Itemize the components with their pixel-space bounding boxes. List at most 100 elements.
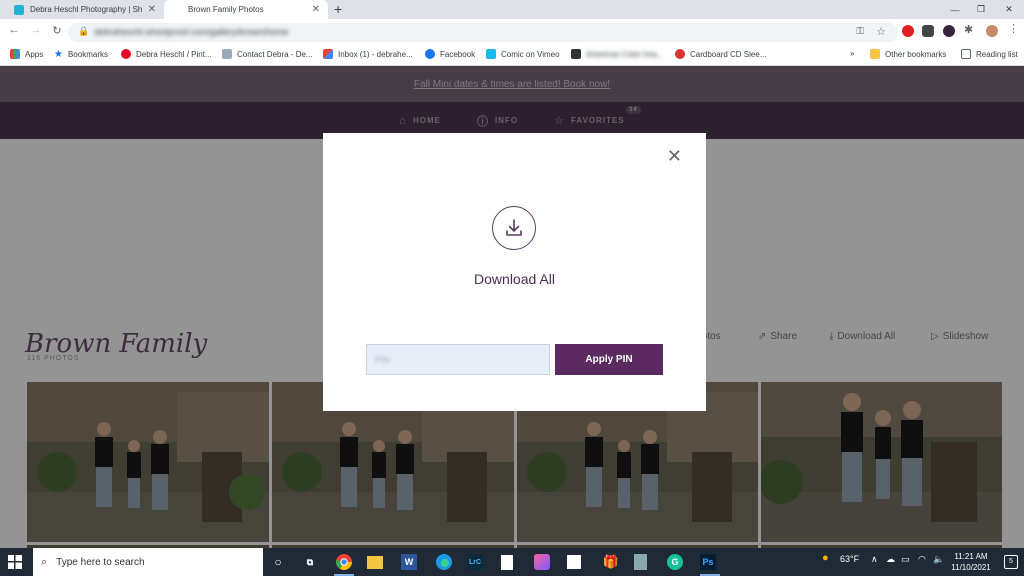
key-icon[interactable]: ⚿ <box>856 26 864 37</box>
tab-close-icon[interactable]: ✕ <box>148 4 156 15</box>
profile-avatar[interactable] <box>986 25 998 37</box>
bookmark-facebook[interactable]: Facebook <box>425 49 475 59</box>
gmail-icon <box>323 49 333 59</box>
tab-strip: Debra Heschl Photography | Sho ✕ Brown F… <box>0 0 1024 19</box>
pin-input[interactable] <box>366 344 550 375</box>
onedrive-cloud-icon[interactable]: ☁ <box>886 554 895 565</box>
extension-mail-icon[interactable] <box>922 25 934 37</box>
document-icon[interactable] <box>501 555 513 570</box>
weather-sun-icon[interactable]: ● <box>822 552 829 564</box>
extension-red-icon[interactable] <box>902 25 914 37</box>
reading-list-icon <box>961 49 971 59</box>
reload-icon[interactable]: ↻ <box>49 24 65 37</box>
photo-app-icon[interactable] <box>534 554 550 570</box>
store-icon[interactable] <box>567 555 581 569</box>
search-icon: ⌕ <box>41 555 48 568</box>
bookmark-label: Comic on Vimeo <box>501 49 560 59</box>
site-icon <box>571 49 581 59</box>
site-icon <box>222 49 232 59</box>
display-icon[interactable]: ▭ <box>901 554 910 565</box>
bookmark-bookmarks[interactable]: ★ Bookmarks <box>54 49 108 60</box>
vimeo-icon <box>486 49 496 59</box>
tray-chevron-up-icon[interactable]: ∧ <box>871 554 878 565</box>
task-view-icon[interactable]: ⧉ <box>300 552 320 572</box>
pinterest-icon <box>121 49 131 59</box>
bookmark-label: Other bookmarks <box>885 49 947 59</box>
lightroom-classic-icon[interactable]: LrC <box>467 554 483 570</box>
close-icon[interactable]: ✕ <box>667 146 682 167</box>
omnibox[interactable]: 🔒 debraheschl.shootproof.com/gallery/bro… <box>68 23 898 42</box>
bookmark-pinterest[interactable]: Debra Heschl / Pint... <box>121 49 212 59</box>
forward-arrow-icon[interactable]: → <box>28 24 44 36</box>
bookmark-contact-debra[interactable]: Contact Debra - De... <box>222 49 313 59</box>
minimize-icon[interactable]: — <box>942 0 968 19</box>
bookmark-other[interactable]: Other bookmarks <box>870 49 946 59</box>
volume-icon[interactable]: 🔈 <box>933 554 944 565</box>
bookmarks-bar: Apps ★ Bookmarks Debra Heschl / Pint... … <box>0 45 1024 66</box>
bookmark-inbox[interactable]: Inbox (1) - debrahe... <box>323 49 413 59</box>
bookmark-label: American Color Ima... <box>586 49 664 59</box>
download-all-modal: ✕ Download All Apply PIN <box>323 133 706 411</box>
bookmark-label: Inbox (1) - debrahe... <box>338 49 413 59</box>
download-arrow-icon <box>506 219 522 236</box>
bookmark-label: Debra Heschl / Pint... <box>136 49 212 59</box>
clock-date: 11/10/2021 <box>951 563 991 572</box>
photoshop-icon[interactable]: Ps <box>700 554 716 570</box>
new-tab-plus-icon[interactable]: + <box>334 1 342 17</box>
apps-grid-icon <box>10 49 20 59</box>
bookmark-vimeo[interactable]: Comic on Vimeo <box>486 49 560 59</box>
shootproof-favicon-icon <box>14 4 24 15</box>
bookmark-label: Facebook <box>440 49 476 59</box>
taskbar-search[interactable]: ⌕ Type here to search <box>33 548 263 576</box>
bookmark-label: Contact Debra - De... <box>237 49 313 59</box>
bookmark-reading-list[interactable]: Reading list <box>961 49 1018 59</box>
bookmark-apps[interactable]: Apps <box>10 49 43 59</box>
edge-icon[interactable] <box>434 552 454 572</box>
bookmark-label: Reading list <box>976 49 1018 59</box>
modal-title: Download All <box>474 271 555 287</box>
facebook-icon <box>425 49 435 59</box>
lock-icon[interactable]: 🔒 <box>78 26 89 37</box>
url-text[interactable]: debraheschl.shootproof.com/gallery/brown… <box>94 27 289 37</box>
bookmark-cardboard-cd[interactable]: Cardboard CD Slee... <box>675 49 766 59</box>
address-bar: ← → ↻ 🔒 debraheschl.shootproof.com/galle… <box>0 19 1024 45</box>
bookmark-label: Apps <box>25 49 44 59</box>
gift-icon[interactable]: 🎁 <box>601 552 621 572</box>
tab-title: Brown Family Photos <box>188 5 264 14</box>
chrome-icon[interactable] <box>334 552 354 572</box>
apply-pin-button[interactable]: Apply PIN <box>555 344 663 375</box>
file-explorer-icon[interactable] <box>367 556 383 569</box>
taskbar-search-placeholder: Type here to search <box>56 556 145 568</box>
tab-brown-family[interactable]: Brown Family Photos ✕ <box>164 0 328 19</box>
weather-temp[interactable]: 63°F <box>840 554 859 564</box>
bookmark-label: Bookmarks <box>67 49 108 59</box>
notification-center-icon[interactable]: 5 <box>1004 555 1018 569</box>
tab-debra-heschl[interactable]: Debra Heschl Photography | Sho ✕ <box>6 0 164 19</box>
restore-icon[interactable]: ❐ <box>968 0 994 19</box>
wifi-icon[interactable]: ◠ <box>918 554 926 565</box>
overflow-chevron-icon: » <box>850 49 855 58</box>
system-clock[interactable]: 11:21 AM 11/10/2021 <box>946 551 996 573</box>
folder-icon <box>870 49 880 59</box>
windows-taskbar: ⌕ Type here to search ○ ⧉ W LrC 🎁 G Ps ●… <box>0 548 1024 576</box>
bookmark-overflow[interactable]: » <box>850 49 854 58</box>
site-icon <box>675 49 685 59</box>
close-window-icon[interactable]: ✕ <box>996 0 1022 19</box>
windows-start-icon[interactable] <box>8 555 22 569</box>
tab-close-icon[interactable]: ✕ <box>312 4 320 15</box>
tab-title: Debra Heschl Photography | Sho <box>30 5 142 14</box>
bookmark-american-color[interactable]: American Color Ima... <box>571 49 663 59</box>
bookmark-star-icon[interactable]: ☆ <box>876 25 886 38</box>
extensions-puzzle-icon[interactable]: ✱ <box>964 23 976 36</box>
word-icon[interactable]: W <box>401 554 417 570</box>
menu-kebab-icon[interactable]: ⋮ <box>1008 22 1020 35</box>
bookmark-label: Cardboard CD Slee... <box>690 49 767 59</box>
download-icon <box>492 206 536 250</box>
calculator-icon[interactable] <box>634 554 647 570</box>
extension-dark-icon[interactable] <box>943 25 955 37</box>
grammarly-icon[interactable]: G <box>667 554 683 570</box>
back-arrow-icon[interactable]: ← <box>6 24 22 36</box>
star-icon: ★ <box>54 49 63 60</box>
cortana-circle-icon[interactable]: ○ <box>268 552 288 572</box>
clock-time: 11:21 AM <box>954 552 988 561</box>
